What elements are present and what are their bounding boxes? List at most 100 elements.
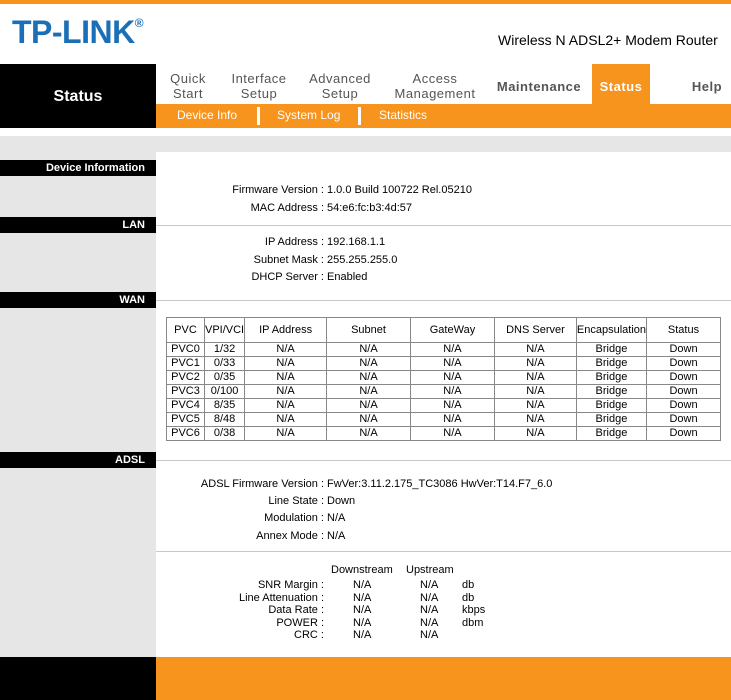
- table-cell: N/A: [326, 342, 411, 357]
- column-header: Status: [646, 317, 721, 343]
- table-cell: N/A: [410, 412, 495, 427]
- sub-nav-separator: [257, 107, 260, 125]
- table-cell: Bridge: [575, 398, 648, 413]
- dhcp-server-label: DHCP Server :: [251, 271, 324, 283]
- table-cell: Bridge: [575, 356, 648, 371]
- sub-tab-statistics[interactable]: Statistics: [379, 108, 427, 122]
- line-state-value: Down: [327, 495, 356, 507]
- table-row: PVC0 1/32 N/A N/A N/A N/A Bridge Down: [166, 342, 721, 357]
- table-cell: N/A: [493, 398, 577, 413]
- tp-link-logo: TP-LINK®: [12, 14, 144, 51]
- annex-mode-value: N/A: [327, 530, 346, 542]
- table-cell: Down: [646, 356, 721, 371]
- table-cell: N/A: [244, 356, 328, 371]
- table-cell: Bridge: [575, 426, 648, 441]
- table-cell: Down: [646, 384, 721, 399]
- table-cell: N/A: [326, 398, 411, 413]
- line-attenuation-label: Line Attenuation :: [238, 592, 324, 604]
- table-cell: N/A: [244, 384, 328, 399]
- table-cell: Bridge: [575, 412, 648, 427]
- table-row: PVC2 0/35 N/A N/A N/A N/A Bridge Down: [166, 370, 721, 385]
- table-header-row: PVC VPI/VCI IP Address Subnet GateWay DN…: [166, 317, 721, 343]
- section-label-adsl: ADSL: [0, 452, 156, 468]
- table-cell: 0/33: [203, 356, 246, 371]
- line-attenuation-unit: db: [462, 592, 475, 604]
- nav-quick-start[interactable]: Quick Start: [160, 68, 216, 104]
- table-cell: N/A: [493, 384, 577, 399]
- table-cell: PVC1: [166, 356, 205, 371]
- table-cell: Down: [646, 426, 721, 441]
- table-cell: PVC0: [166, 342, 205, 357]
- nav-label: Access: [412, 71, 458, 86]
- table-cell: N/A: [244, 412, 328, 427]
- nav-help[interactable]: Help: [686, 68, 728, 104]
- nav-label: Advanced: [309, 71, 371, 86]
- dhcp-server-value: Enabled: [327, 271, 368, 283]
- modulation-value: N/A: [327, 512, 346, 524]
- nav-label: Quick: [170, 71, 206, 86]
- table-cell: 0/38: [203, 426, 246, 441]
- logo-registered-mark: ®: [134, 16, 144, 31]
- subnet-mask-label: Subnet Mask :: [253, 254, 324, 266]
- nav-maintenance[interactable]: Maintenance: [494, 68, 584, 104]
- line-state-label: Line State :: [268, 495, 324, 507]
- table-cell: N/A: [493, 412, 577, 427]
- section-label-wan: WAN: [0, 292, 156, 308]
- table-row: PVC1 0/33 N/A N/A N/A N/A Bridge Down: [166, 356, 721, 371]
- table-cell: PVC3: [166, 384, 205, 399]
- table-cell: Down: [646, 342, 721, 357]
- table-cell: 8/35: [203, 398, 246, 413]
- table-cell: Down: [646, 412, 721, 427]
- firmware-version-value: 1.0.0 Build 100722 Rel.05210: [327, 184, 472, 196]
- crc-label: CRC :: [294, 629, 324, 641]
- table-cell: N/A: [326, 370, 411, 385]
- nav-label: Setup: [321, 86, 359, 101]
- sub-nav-bar: [156, 104, 731, 128]
- table-cell: N/A: [326, 426, 411, 441]
- power-down: N/A: [353, 617, 372, 629]
- power-unit: dbm: [462, 617, 484, 629]
- section-divider: [156, 551, 731, 552]
- data-rate-label: Data Rate :: [268, 604, 324, 616]
- data-rate-down: N/A: [353, 604, 372, 616]
- sub-tab-device-info[interactable]: Device Info: [177, 108, 237, 122]
- nav-label: Start: [173, 86, 203, 101]
- table-cell: Bridge: [575, 342, 648, 357]
- table-cell: N/A: [493, 342, 577, 357]
- table-row: PVC6 0/38 N/A N/A N/A N/A Bridge Down: [166, 426, 721, 441]
- section-divider: [156, 300, 731, 301]
- snr-margin-unit: db: [462, 579, 475, 591]
- nav-label: Interface: [231, 71, 287, 86]
- data-rate-unit: kbps: [462, 604, 486, 616]
- table-cell: N/A: [493, 356, 577, 371]
- section-label-device-information: Device Information: [0, 160, 156, 176]
- table-cell: N/A: [244, 370, 328, 385]
- table-cell: Down: [646, 398, 721, 413]
- subnet-mask-value: 255.255.255.0: [327, 254, 398, 266]
- nav-status[interactable]: Status: [592, 68, 650, 104]
- nav-access-management[interactable]: Access Management: [389, 68, 481, 104]
- lan-ip-label: IP Address :: [264, 236, 324, 248]
- table-cell: Bridge: [575, 384, 648, 399]
- nav-advanced-setup[interactable]: Advanced Setup: [304, 68, 376, 104]
- header-gray-band: [0, 136, 731, 152]
- lan-ip-value: 192.168.1.1: [327, 236, 386, 248]
- table-cell: N/A: [244, 342, 328, 357]
- table-row: PVC4 8/35 N/A N/A N/A N/A Bridge Down: [166, 398, 721, 413]
- sub-tab-system-log[interactable]: System Log: [277, 108, 340, 122]
- adsl-firmware-label: ADSL Firmware Version :: [200, 478, 324, 490]
- table-cell: PVC4: [166, 398, 205, 413]
- column-header: IP Address: [244, 317, 328, 343]
- column-header: VPI/VCI: [203, 317, 246, 343]
- power-up: N/A: [420, 617, 439, 629]
- table-cell: 1/32: [203, 342, 246, 357]
- current-page-title: Status: [53, 88, 103, 105]
- nav-interface-setup[interactable]: Interface Setup: [226, 68, 292, 104]
- table-cell: N/A: [244, 426, 328, 441]
- table-cell: Bridge: [575, 370, 648, 385]
- footer-bar: [156, 657, 731, 700]
- column-header: Subnet: [326, 317, 411, 343]
- line-attenuation-up: N/A: [420, 592, 439, 604]
- table-cell: Down: [646, 370, 721, 385]
- section-label-lan: LAN: [0, 217, 156, 233]
